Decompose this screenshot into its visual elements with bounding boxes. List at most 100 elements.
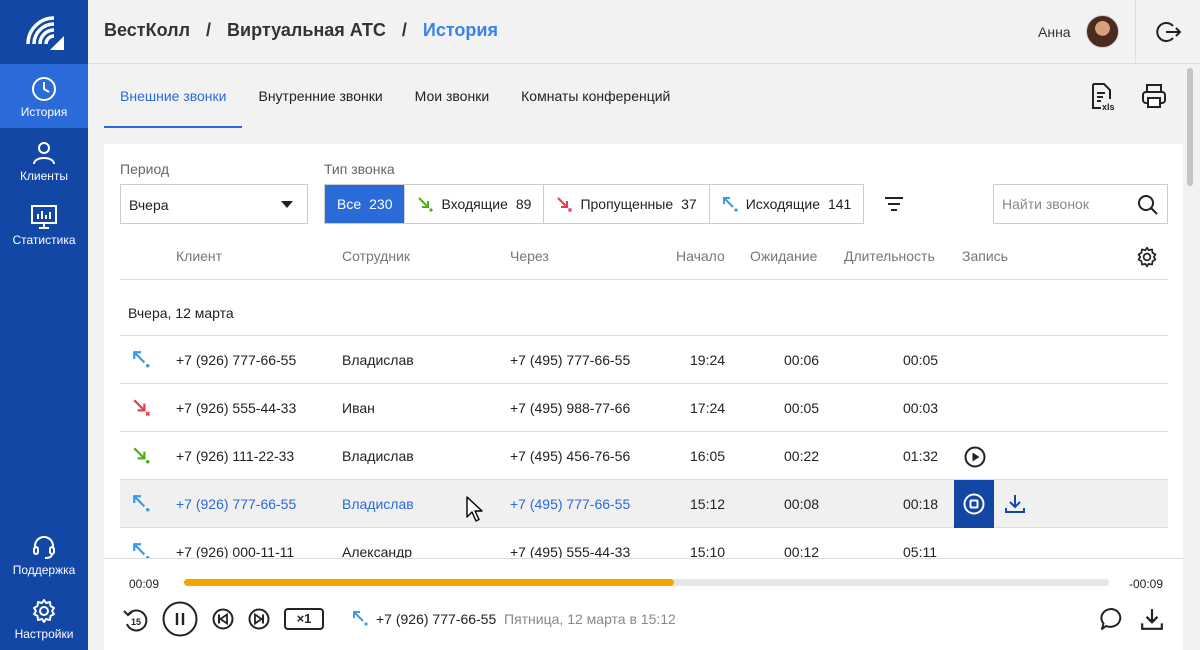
sidebar-item-statistics[interactable]: Статистика	[0, 192, 88, 256]
print-icon[interactable]	[1140, 82, 1168, 110]
caret-down-icon	[281, 201, 293, 208]
outgoing-call-icon	[353, 611, 368, 626]
stop-recording-button[interactable]	[954, 480, 994, 528]
filter-outgoing-button[interactable]: Исходящие 141	[710, 185, 864, 223]
client-number[interactable]: +7 (926) 555-44-33	[176, 400, 296, 416]
player-date: Пятница, 12 марта в 15:12	[504, 611, 676, 627]
filter-all-button[interactable]: Все 230	[325, 185, 406, 223]
wait-time: 00:08	[784, 496, 820, 512]
sidebar-item-clients[interactable]: Клиенты	[0, 128, 88, 192]
sidebar-item-history[interactable]: История	[0, 64, 88, 128]
download-icon[interactable]	[1004, 493, 1026, 515]
date-group-header: Вчера, 12 марта	[120, 280, 1168, 336]
sidebar-item-settings[interactable]: Настройки	[0, 586, 88, 650]
filter-label: Все	[337, 196, 362, 212]
rewind-15-icon[interactable]: 15	[122, 607, 150, 633]
clock-icon	[32, 77, 56, 101]
search-box	[993, 184, 1168, 224]
sidebar-item-label: Клиенты	[19, 169, 69, 183]
breadcrumb-item[interactable]: Виртуальная АТС	[227, 20, 386, 41]
playback-speed-button[interactable]: ×1	[284, 608, 324, 630]
column-header: Ожидание	[750, 248, 818, 264]
sidebar-item-label: Поддержка	[12, 563, 76, 577]
employee-name[interactable]: Владислав	[342, 496, 414, 512]
column-header: Начало	[676, 248, 725, 264]
user-icon	[33, 142, 55, 165]
tab-internal-calls[interactable]: Внутренние звонки	[242, 64, 398, 128]
sidebar-item-support[interactable]: Поддержка	[0, 522, 88, 586]
pause-icon[interactable]	[162, 601, 198, 637]
filter-missed-button[interactable]: Пропущенные 37	[544, 185, 710, 223]
start-time: 17:24	[690, 400, 726, 416]
duration: 00:03	[903, 400, 939, 416]
period-label: Период	[120, 161, 170, 177]
next-track-icon[interactable]	[248, 608, 270, 630]
filter-count: 89	[515, 196, 532, 212]
duration: 00:18	[903, 496, 939, 512]
duration: 00:05	[903, 352, 939, 368]
logout-icon[interactable]	[1156, 20, 1182, 49]
employee-name: Владислав	[342, 352, 414, 368]
client-number[interactable]: +7 (926) 000-11-11	[176, 544, 294, 558]
tab-conference-rooms[interactable]: Комнаты конференций	[505, 64, 686, 128]
play-recording-icon[interactable]	[964, 446, 986, 468]
breadcrumb: ВестКолл / Виртуальная АТС / История	[104, 20, 498, 41]
table-row[interactable]: +7 (926) 777-66-55 Владислав +7 (495) 77…	[120, 336, 1168, 384]
table-header: Клиент Сотрудник Через Начало Ожидание Д…	[120, 232, 1168, 280]
client-number[interactable]: +7 (926) 777-66-55	[176, 496, 296, 512]
call-type-label: Тип звонка	[324, 161, 395, 177]
mouse-cursor-icon	[466, 496, 483, 522]
start-time: 15:12	[690, 496, 726, 512]
filter-icon[interactable]	[884, 196, 904, 217]
duration: 05:11	[903, 544, 937, 558]
incoming-call-icon	[133, 447, 150, 464]
gear-icon	[33, 599, 55, 623]
table-row[interactable]: +7 (926) 000-11-11 Александр +7 (495) 55…	[120, 528, 1168, 558]
via-number: +7 (495) 555-44-33	[510, 544, 631, 558]
user-name[interactable]: Анна	[1038, 24, 1071, 40]
avatar[interactable]	[1086, 15, 1119, 48]
gear-icon[interactable]	[1136, 246, 1158, 268]
column-header: Через	[510, 248, 549, 264]
breadcrumb-item[interactable]: ВестКолл	[104, 20, 190, 41]
period-select[interactable]: Вчера	[120, 184, 308, 224]
duration: 01:32	[903, 448, 939, 464]
tab-external-calls[interactable]: Внешние звонки	[104, 64, 243, 128]
filter-count: 230	[369, 196, 393, 212]
table-row-selected[interactable]: +7 (926) 777-66-55 Владислав +7 (495) 77…	[120, 480, 1168, 528]
tab-my-calls[interactable]: Мои звонки	[399, 64, 505, 128]
wait-time: 00:06	[784, 352, 820, 368]
progress-fill	[184, 579, 675, 586]
table-row[interactable]: +7 (926) 555-44-33 Иван +7 (495) 988-77-…	[120, 384, 1168, 432]
filter-count: 37	[681, 196, 697, 212]
sidebar-item-label: Статистика	[12, 233, 76, 247]
calls-card: Период Вчера Тип звонка Все 230 Входящие…	[104, 144, 1183, 558]
comment-icon[interactable]	[1100, 607, 1124, 631]
previous-track-icon[interactable]	[212, 608, 234, 630]
download-icon[interactable]	[1140, 607, 1164, 631]
table-row[interactable]: +7 (926) 111-22-33 Владислав +7 (495) 45…	[120, 432, 1168, 480]
headset-icon	[33, 536, 55, 559]
client-number[interactable]: +7 (926) 777-66-55	[176, 352, 296, 368]
column-header: Запись	[962, 248, 1008, 264]
export-xls-icon[interactable]: xls	[1088, 82, 1118, 112]
search-input[interactable]	[994, 185, 1124, 223]
sidebar-item-label: История	[20, 105, 68, 119]
svg-text:15: 15	[131, 617, 141, 627]
breadcrumb-separator: /	[206, 20, 212, 40]
tabs: Внешние звонки Внутренние звонки Мои зво…	[104, 64, 686, 128]
wait-time: 00:22	[784, 448, 820, 464]
outgoing-call-icon	[133, 543, 150, 558]
via-number[interactable]: +7 (495) 777-66-55	[510, 496, 630, 512]
scrollbar[interactable]	[1187, 68, 1193, 186]
employee-name: Владислав	[342, 448, 414, 464]
filter-label: Исходящие	[745, 196, 820, 212]
logo-icon[interactable]	[24, 14, 64, 52]
call-type-filter: Все 230 Входящие 89 Пропущенные 37 Исход…	[324, 184, 865, 224]
filter-incoming-button[interactable]: Входящие 89	[405, 185, 545, 223]
search-icon[interactable]	[1137, 194, 1159, 216]
client-number[interactable]: +7 (926) 111-22-33	[176, 448, 294, 464]
breadcrumb-current: История	[422, 20, 498, 40]
employee-name: Александр	[342, 544, 413, 558]
progress-bar[interactable]	[184, 579, 1109, 586]
